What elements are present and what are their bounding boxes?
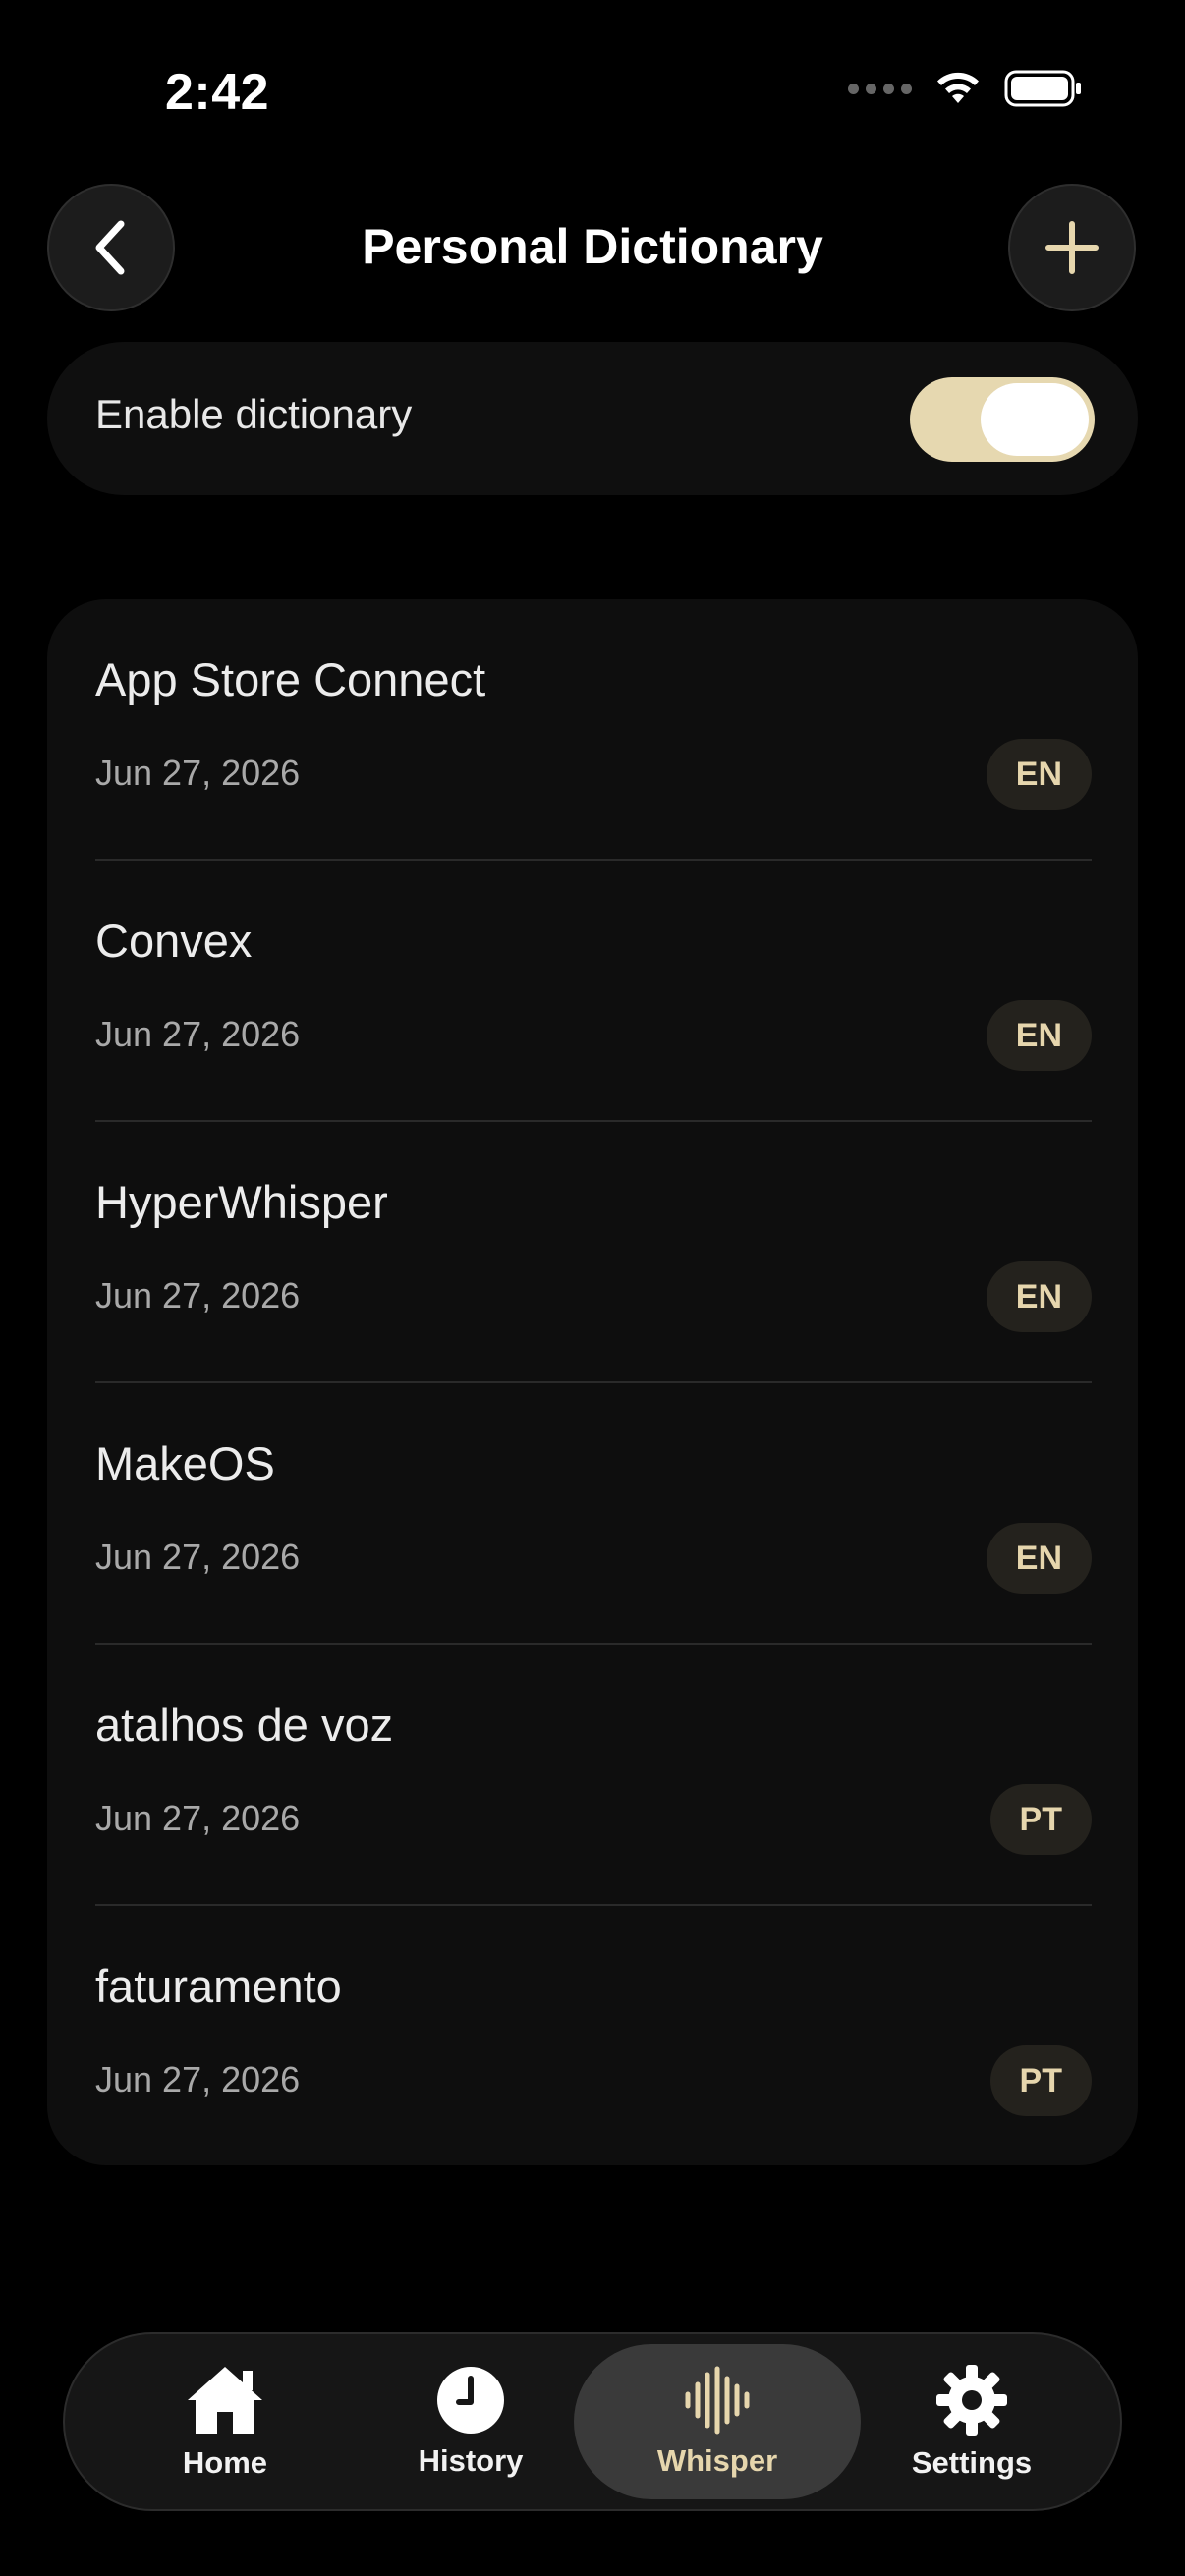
cellular-signal-icon [848, 83, 912, 94]
list-item[interactable]: faturamento Jun 27, 2026 PT [47, 1906, 1138, 2167]
tab-history[interactable]: History [367, 2334, 574, 2509]
tab-home-label: Home [182, 2445, 268, 2480]
tab-bar: Home History Whisper Settings [63, 2332, 1122, 2511]
language-badge: EN [986, 1523, 1092, 1594]
waveform-icon [685, 2366, 750, 2435]
entry-term: faturamento [95, 1960, 342, 2012]
tab-whisper-label: Whisper [656, 2443, 778, 2478]
language-badge: EN [986, 1261, 1092, 1332]
clock-icon [437, 2367, 504, 2434]
dictionary-list: App Store Connect Jun 27, 2026 EN Convex… [47, 599, 1138, 2165]
entry-term: Convex [95, 915, 253, 967]
tab-settings-label: Settings [911, 2445, 1033, 2480]
enable-dictionary-label: Enable dictionary [95, 391, 413, 437]
language-badge: PT [989, 2045, 1092, 2116]
entry-date: Jun 27, 2026 [95, 1014, 301, 1054]
plus-icon [1045, 221, 1099, 274]
toggle-knob [981, 383, 1089, 456]
wifi-icon [937, 72, 979, 103]
house-icon [188, 2367, 262, 2434]
tab-history-label: History [418, 2443, 524, 2478]
entry-date: Jun 27, 2026 [95, 1798, 301, 1838]
entry-date: Jun 27, 2026 [95, 1275, 301, 1316]
list-item[interactable]: MakeOS Jun 27, 2026 EN [47, 1383, 1138, 1645]
tab-whisper[interactable]: Whisper [574, 2344, 861, 2499]
tab-home[interactable]: Home [122, 2334, 328, 2509]
battery-icon [1004, 70, 1081, 107]
list-item[interactable]: App Store Connect Jun 27, 2026 EN [47, 599, 1138, 861]
language-badge: EN [986, 739, 1092, 810]
entry-term: MakeOS [95, 1437, 275, 1489]
entry-term: HyperWhisper [95, 1176, 388, 1228]
entry-term: App Store Connect [95, 653, 486, 705]
list-item[interactable]: HyperWhisper Jun 27, 2026 EN [47, 1122, 1138, 1383]
enable-dictionary-toggle[interactable] [910, 377, 1095, 462]
list-item[interactable]: atalhos de voz Jun 27, 2026 PT [47, 1645, 1138, 1906]
entry-date: Jun 27, 2026 [95, 1537, 301, 1577]
status-indicators [848, 69, 1083, 108]
add-word-button[interactable] [1008, 184, 1136, 311]
list-item[interactable]: Convex Jun 27, 2026 EN [47, 861, 1138, 1122]
language-badge: EN [986, 1000, 1092, 1071]
language-badge: PT [989, 1784, 1092, 1855]
entry-date: Jun 27, 2026 [95, 753, 301, 793]
enable-dictionary-row: Enable dictionary [47, 342, 1138, 495]
status-time: 2:42 [165, 64, 270, 121]
gear-icon [936, 2365, 1007, 2436]
entry-term: atalhos de voz [95, 1699, 394, 1751]
entry-date: Jun 27, 2026 [95, 2059, 301, 2100]
tab-settings[interactable]: Settings [869, 2334, 1075, 2509]
